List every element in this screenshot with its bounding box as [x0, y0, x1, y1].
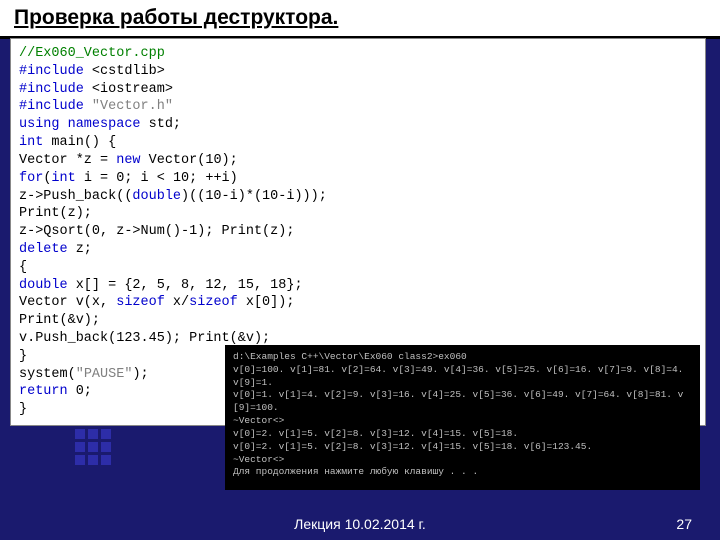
console-line: v[0]=2. v[1]=5. v[2]=8. v[3]=12. v[4]=15… — [233, 428, 692, 441]
footer-lecture: Лекция 10.02.2014 г. — [0, 516, 720, 532]
page-number: 27 — [676, 516, 692, 532]
console-line: v[0]=2. v[1]=5. v[2]=8. v[3]=12. v[4]=15… — [233, 441, 692, 454]
slide-header: Проверка работы деструктора. — [0, 0, 720, 39]
console-line: Для продолжения нажмите любую клавишу . … — [233, 466, 692, 479]
console-line: ~Vector<> — [233, 415, 692, 428]
slide-title: Проверка работы деструктора. — [14, 6, 706, 30]
console-line: v[0]=1. v[1]=4. v[2]=9. v[3]=16. v[4]=25… — [233, 389, 692, 415]
console-line: d:\Examples C++\Vector\Ex060 class2>ex06… — [233, 351, 692, 364]
console-output: d:\Examples C++\Vector\Ex060 class2>ex06… — [225, 345, 700, 490]
code-line: //Ex060_Vector.cpp — [19, 46, 165, 61]
console-line: v[0]=100. v[1]=81. v[2]=64. v[3]=49. v[4… — [233, 364, 692, 390]
console-line: ~Vector<> — [233, 454, 692, 467]
